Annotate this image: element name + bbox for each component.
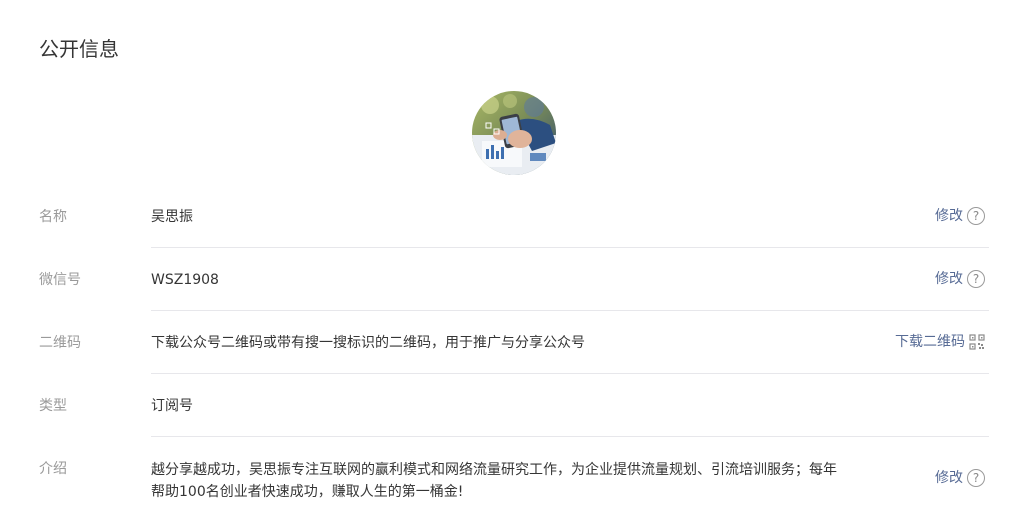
edit-introduction-button[interactable]: 修改 ?: [935, 468, 985, 488]
help-icon[interactable]: ?: [967, 270, 985, 288]
introduction-line: 帮助100名创业者快速成功，赚取人生的第一桶金!: [151, 484, 464, 500]
row-wechat-id: 微信号 WSZ1908 修改 ?: [39, 248, 989, 311]
edit-link-text[interactable]: 修改: [935, 269, 963, 289]
account-name-value: 吴思振: [151, 209, 193, 225]
row-label: 二维码: [39, 335, 81, 351]
qr-code-icon[interactable]: [969, 334, 985, 350]
page-title: 公开信息: [39, 37, 119, 61]
introduction-value: 越分享越成功，吴思振专注互联网的赢利模式和网络流量研究工作，为企业提供流量规划、…: [151, 459, 851, 503]
help-icon[interactable]: ?: [967, 207, 985, 225]
row-type: 类型 订阅号: [39, 374, 989, 437]
account-type-value: 订阅号: [151, 398, 193, 414]
row-label: 微信号: [39, 272, 81, 288]
help-icon[interactable]: ?: [967, 469, 985, 487]
edit-name-button[interactable]: 修改 ?: [935, 206, 985, 226]
account-avatar[interactable]: [472, 91, 556, 175]
edit-link-text[interactable]: 修改: [935, 468, 963, 488]
wechat-id-value: WSZ1908: [151, 272, 219, 288]
edit-wechat-id-button[interactable]: 修改 ?: [935, 269, 985, 289]
row-label: 名称: [39, 209, 67, 225]
row-label: 介绍: [39, 461, 67, 477]
row-name: 名称 吴思振 修改 ?: [39, 185, 989, 248]
download-qr-link-text[interactable]: 下载二维码: [895, 332, 965, 352]
edit-link-text[interactable]: 修改: [935, 206, 963, 226]
row-qr-code: 二维码 下载公众号二维码或带有搜一搜标识的二维码，用于推广与分享公众号 下载二维…: [39, 311, 989, 374]
avatar-image: [472, 91, 556, 175]
qr-code-description: 下载公众号二维码或带有搜一搜标识的二维码，用于推广与分享公众号: [151, 335, 585, 351]
introduction-line: 越分享越成功，吴思振专注互联网的赢利模式和网络流量研究工作，为企业提供流量规划、…: [151, 462, 837, 478]
download-qr-code-button[interactable]: 下载二维码: [895, 332, 985, 352]
row-label: 类型: [39, 398, 67, 414]
row-introduction: 介绍 越分享越成功，吴思振专注互联网的赢利模式和网络流量研究工作，为企业提供流量…: [39, 437, 989, 517]
info-list: 名称 吴思振 修改 ? 微信号 WSZ1908 修改 ? 二维码 下载公众号二维…: [39, 185, 989, 517]
